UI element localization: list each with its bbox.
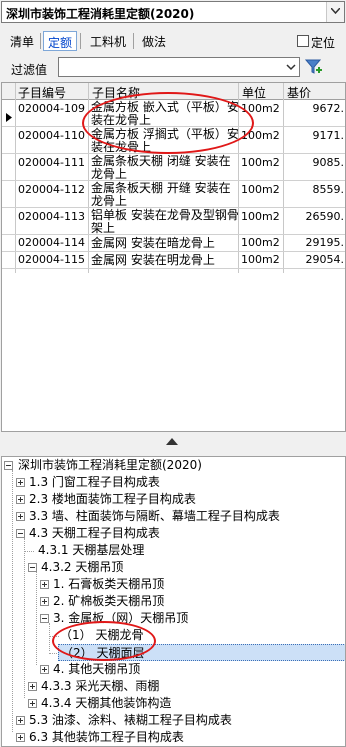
tree-node-label: 4.3.3 采光天棚、雨棚 (41, 679, 160, 693)
column-header-code[interactable]: 子目编号 (18, 84, 66, 101)
tree-node-label: 3.3 墙、柱面装饰与隔断、幕墙工程子目构成表 (29, 509, 280, 523)
chevron-down-icon[interactable] (283, 58, 299, 76)
table-row[interactable]: 020004-115 金属网 安装在明龙骨上 100m2 29054. (2, 252, 345, 269)
panel-splitter[interactable] (0, 432, 346, 456)
filter-funnel-icon[interactable] (304, 57, 324, 77)
row-price: 29054. (305, 253, 345, 266)
collapse-icon[interactable] (40, 614, 49, 623)
chapter-tree: 深圳市装饰工程消耗里定额(2020) 1.3 门窗工程子目构成表 2.3 楼地面… (1, 456, 346, 747)
table-row[interactable]: 020004-112 金属条板天棚 开缝 安装在龙骨上 100m2 8559. (2, 181, 345, 208)
expand-icon[interactable] (16, 733, 25, 742)
tab-method[interactable]: 做法 (138, 31, 170, 51)
red-annotation-ellipse (82, 92, 254, 154)
row-price: 26590. (305, 210, 345, 223)
tree-node-label: 4.3 天棚工程子目构成表 (29, 526, 160, 540)
row-name: 金属条板天棚 闭缝 安装在龙骨上 (91, 154, 231, 181)
row-code: 020004-109 (18, 102, 85, 115)
tab-divider (40, 33, 41, 49)
quota-library-select[interactable]: 深圳市装饰工程消耗里定额(2020) (1, 1, 345, 23)
table-row[interactable]: 020004-114 金属网 安装在暗龙骨上 100m2 29195. (2, 235, 345, 252)
tree-node-label: 2.3 楼地面装饰工程子目构成表 (29, 492, 196, 506)
column-header-price[interactable]: 基价 (287, 84, 311, 101)
row-code: 020004-111 (18, 156, 85, 169)
expand-icon[interactable] (40, 597, 49, 606)
table-row[interactable]: 020004-111 金属条板天棚 闭缝 安装在龙骨上 100m2 9085. (2, 154, 345, 181)
expand-icon[interactable] (16, 716, 25, 725)
collapse-icon[interactable] (16, 529, 25, 538)
row-unit: 100m2 (241, 253, 280, 266)
row-price: 9171. (312, 129, 345, 142)
collapse-up-icon[interactable] (166, 438, 178, 445)
row-name: 金属条板天棚 开缝 安装在龙骨上 (91, 181, 231, 208)
row-price: 8559. (312, 183, 345, 196)
row-code: 020004-110 (18, 129, 85, 142)
expand-icon[interactable] (28, 682, 37, 691)
locate-label: 定位 (311, 36, 336, 50)
row-unit: 100m2 (241, 183, 280, 196)
locate-checkbox[interactable] (297, 35, 309, 47)
tree-node-label: 1. 石膏板类天棚吊顶 (53, 577, 165, 591)
row-unit: 100m2 (241, 210, 280, 223)
tree-node-label: 1.3 门窗工程子目构成表 (29, 475, 160, 489)
expand-icon[interactable] (16, 495, 25, 504)
filter-input[interactable] (58, 57, 300, 77)
tab-bar: 清单 定额 工料机 做法 定位 (0, 29, 346, 53)
tree-node-label: 深圳市装饰工程消耗里定额(2020) (18, 458, 202, 472)
row-price: 9085. (312, 156, 345, 169)
tab-labor-material[interactable]: 工料机 (86, 31, 130, 51)
tree-node-label: 5.3 油漆、涂料、裱糊工程子目构成表 (29, 713, 232, 727)
row-name: 金属网 安装在明龙骨上 (91, 253, 215, 267)
row-code: 020004-115 (18, 253, 85, 266)
collapse-icon[interactable] (28, 563, 37, 572)
table-row[interactable]: 020004-113 铝单板 安装在龙骨及型钢骨架上 100m2 26590. (2, 208, 345, 235)
row-price: 29195. (305, 236, 345, 249)
tab-divider (133, 33, 134, 49)
tree-guide (24, 538, 25, 698)
row-unit: 100m2 (241, 236, 280, 249)
expand-icon[interactable] (16, 478, 25, 487)
tab-divider (80, 33, 81, 49)
red-annotation-ellipse (52, 621, 156, 661)
expand-icon[interactable] (40, 665, 49, 674)
tree-guide (12, 470, 13, 732)
quota-library-value: 深圳市装饰工程消耗里定额(2020) (6, 7, 195, 21)
chevron-down-icon[interactable] (326, 2, 344, 22)
tree-node-label: 4.3.4 天棚其他装饰构造 (41, 696, 172, 710)
row-name: 铝单板 安装在龙骨及型钢骨架上 (91, 208, 239, 235)
expand-icon[interactable] (16, 512, 25, 521)
tree-guide (24, 551, 34, 552)
tab-quota[interactable]: 定额 (43, 31, 78, 51)
row-code: 020004-113 (18, 210, 85, 223)
expand-icon[interactable] (28, 699, 37, 708)
column-header-unit[interactable]: 单位 (242, 84, 266, 101)
row-code: 020004-112 (18, 183, 85, 196)
tree-node[interactable]: 4.3.1 天棚基层处理 (38, 542, 144, 559)
tree-node-label: 4. 其他天棚吊顶 (53, 662, 141, 676)
row-code: 020004-114 (18, 236, 85, 249)
tree-node-label: 4.3.1 天棚基层处理 (38, 543, 145, 557)
tab-list[interactable]: 清单 (6, 31, 38, 51)
tree-guide (36, 572, 37, 665)
tree-guide (49, 623, 50, 651)
expand-icon[interactable] (40, 580, 49, 589)
row-unit: 100m2 (241, 156, 280, 169)
tree-node-label: 2. 矿棉板类天棚吊顶 (53, 594, 165, 608)
filter-label: 过滤值 (11, 63, 48, 77)
row-name: 金属网 安装在暗龙骨上 (91, 236, 215, 250)
tree-node-label: 4.3.2 天棚吊顶 (41, 560, 124, 574)
collapse-icon[interactable] (4, 461, 13, 470)
tree-node-label: 6.3 其他装饰工程子目构成表 (29, 730, 184, 744)
row-price: 9672. (312, 102, 345, 115)
